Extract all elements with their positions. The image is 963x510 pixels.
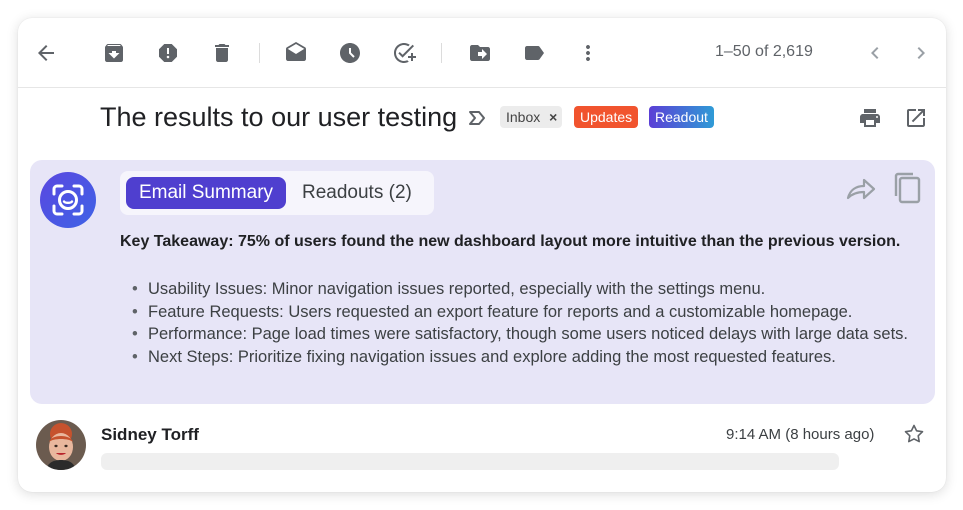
email-subject: The results to our user testing (100, 102, 458, 132)
summary-bullet: Performance: Page load times were satisf… (132, 323, 922, 346)
add-task-icon[interactable] (392, 41, 416, 65)
key-takeaway: Key Takeaway: 75% of users found the new… (120, 233, 901, 250)
summary-tabs: Email Summary Readouts (2) (120, 171, 434, 215)
sender-name: Sidney Torff (101, 425, 199, 444)
label-chip-inbox-text: Inbox (506, 109, 541, 125)
archive-icon[interactable] (102, 41, 126, 65)
message-timestamp: 9:14 AM (8 hours ago) (726, 426, 875, 443)
label-icon[interactable] (522, 41, 546, 65)
email-view-card: 1–50 of 2,619 The results to our user te… (18, 18, 946, 492)
mark-unread-icon[interactable] (284, 41, 308, 65)
move-to-icon[interactable] (468, 41, 492, 65)
summary-bullet-list: Usability Issues: Minor navigation issue… (132, 278, 922, 368)
toolbar-divider (259, 43, 260, 63)
summary-bullet: Usability Issues: Minor navigation issue… (132, 278, 922, 301)
ai-summary-panel: Email Summary Readouts (2) Key Takeaway:… (30, 160, 935, 404)
summary-bullet: Next Steps: Prioritize fixing navigation… (132, 346, 922, 369)
report-spam-icon[interactable] (156, 41, 180, 65)
label-chip-readout[interactable]: Readout (649, 106, 714, 128)
delete-icon[interactable] (210, 41, 234, 65)
chevron-left-icon[interactable] (863, 41, 887, 65)
copy-icon[interactable] (892, 171, 922, 210)
snooze-icon[interactable] (338, 41, 362, 65)
star-icon[interactable] (902, 422, 926, 446)
more-vert-icon[interactable] (576, 41, 600, 65)
pager-count: 1–50 of 2,619 (715, 43, 813, 60)
toolbar: 1–50 of 2,619 (18, 18, 946, 88)
label-chip-inbox[interactable]: Inbox × (500, 106, 563, 128)
toolbar-divider (441, 43, 442, 63)
tab-readouts[interactable]: Readouts (2) (302, 177, 412, 209)
print-icon[interactable] (858, 106, 882, 130)
summary-bullet: Feature Requests: Users requested an exp… (132, 301, 922, 324)
readout-logo-icon (40, 172, 96, 228)
back-arrow-icon[interactable] (34, 41, 58, 65)
label-chip-updates[interactable]: Updates (574, 106, 639, 128)
chevron-right-icon[interactable] (909, 41, 933, 65)
open-in-new-window-icon[interactable] (904, 106, 928, 130)
tab-email-summary[interactable]: Email Summary (126, 177, 286, 209)
message-snippet-placeholder (101, 453, 839, 470)
remove-label-icon[interactable]: × (549, 106, 557, 128)
forward-icon[interactable] (846, 176, 876, 207)
sender-avatar[interactable] (36, 420, 86, 470)
important-marker-icon[interactable] (467, 108, 487, 128)
